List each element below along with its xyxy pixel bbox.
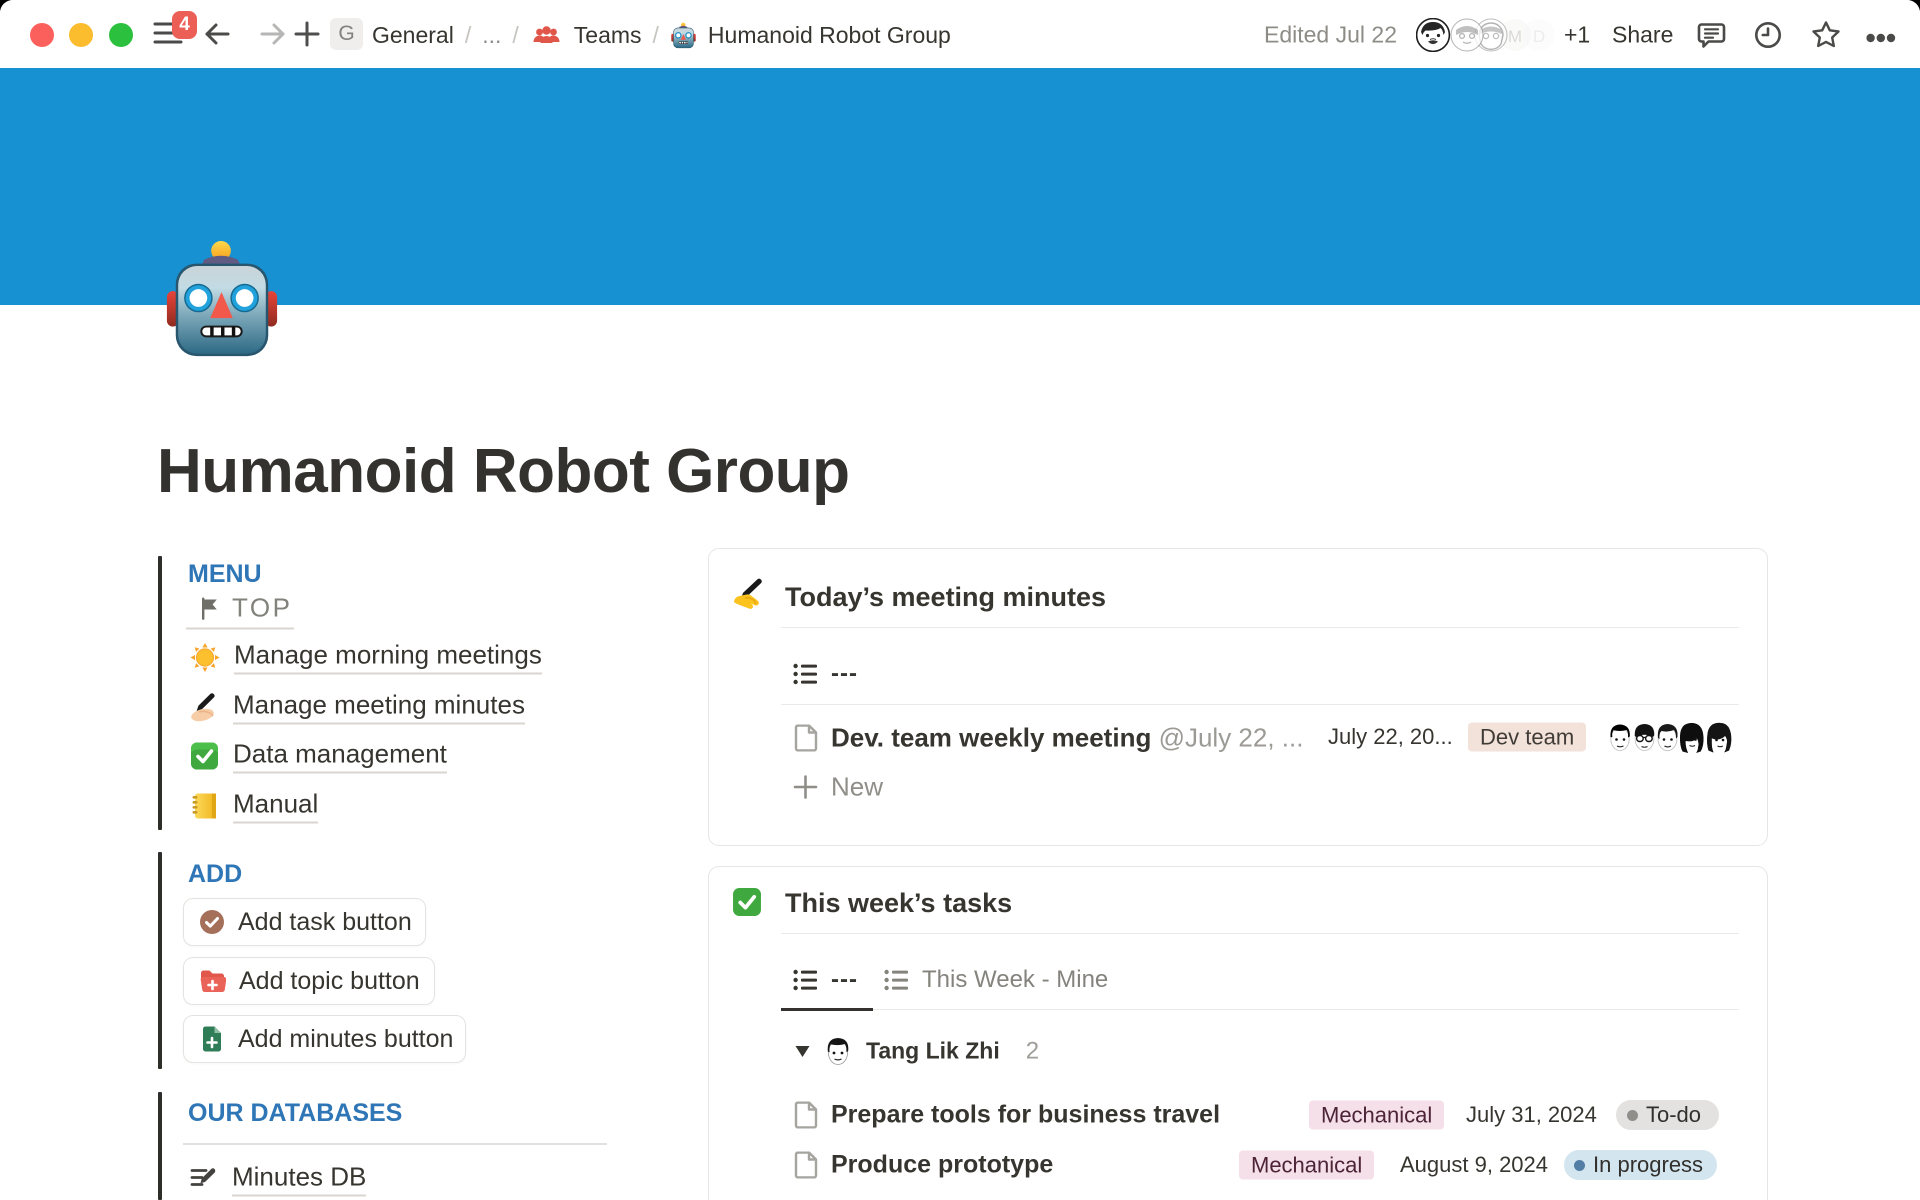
svg-text:M: M xyxy=(1508,27,1522,46)
svg-text:D: D xyxy=(1533,27,1545,46)
